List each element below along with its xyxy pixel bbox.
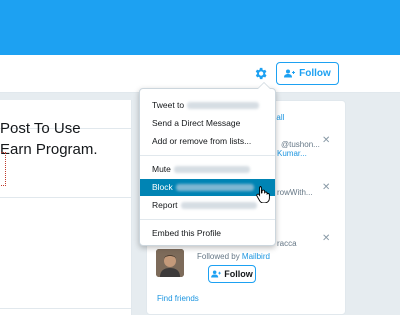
suggestion-follow-label: Follow bbox=[224, 269, 253, 279]
avatar[interactable] bbox=[156, 249, 184, 277]
suggestion-name[interactable]: Kumar... bbox=[277, 149, 307, 158]
find-friends-link[interactable]: Find friends bbox=[157, 294, 199, 303]
menu-item-label: Send a Direct Message bbox=[152, 118, 241, 128]
followed-by-name[interactable]: Mailbird bbox=[242, 252, 270, 261]
followed-by-text: Followed by Mailbird bbox=[197, 252, 270, 261]
menu-item-lists[interactable]: Add or remove from lists... bbox=[140, 133, 275, 150]
follow-button[interactable]: Follow bbox=[276, 62, 339, 85]
gear-icon-glyph bbox=[255, 67, 266, 79]
followed-by-prefix: Followed by bbox=[197, 252, 240, 261]
divider bbox=[0, 197, 132, 198]
menu-item-tweet-to[interactable]: Tweet to bbox=[140, 97, 275, 114]
menu-item-block[interactable]: Block bbox=[140, 179, 275, 196]
menu-item-label: Block bbox=[152, 182, 173, 192]
menu-divider bbox=[140, 219, 275, 220]
menu-item-label: Embed this Profile bbox=[152, 228, 221, 238]
suggestion-handle[interactable]: rowWith... bbox=[277, 188, 313, 197]
menu-item-report[interactable]: Report bbox=[140, 197, 275, 214]
redacted-handle bbox=[175, 184, 254, 192]
suggestion-handle[interactable]: racca bbox=[277, 239, 297, 248]
add-user-icon bbox=[211, 270, 222, 278]
divider bbox=[0, 308, 132, 309]
redacted-handle bbox=[173, 166, 250, 174]
tweet-text: Post To Use Earn Program. bbox=[0, 118, 140, 160]
add-user-icon bbox=[284, 69, 296, 78]
suggestion-handle[interactable]: @tushon... bbox=[281, 140, 320, 149]
menu-item-label: Add or remove from lists... bbox=[152, 136, 252, 146]
hand-cursor-icon bbox=[256, 186, 270, 203]
menu-item-label: Report bbox=[152, 200, 178, 210]
suggestion-follow-button[interactable]: Follow bbox=[208, 265, 256, 283]
tweet-text-line: Post To Use bbox=[0, 120, 81, 137]
profile-header-banner bbox=[0, 0, 400, 55]
follow-button-label: Follow bbox=[299, 68, 331, 79]
dropdown-caret bbox=[258, 83, 270, 89]
menu-item-direct-message[interactable]: Send a Direct Message bbox=[140, 115, 275, 132]
redacted-handle bbox=[187, 102, 260, 110]
user-actions-dropdown: Tweet to Send a Direct Message Add or re… bbox=[139, 82, 276, 246]
menu-item-embed-profile[interactable]: Embed this Profile bbox=[140, 225, 275, 242]
tweet-text-line: Earn Program. bbox=[0, 141, 98, 158]
dismiss-icon[interactable]: ✕ bbox=[322, 182, 330, 193]
dismiss-icon[interactable]: ✕ bbox=[322, 233, 330, 244]
dismiss-icon[interactable]: ✕ bbox=[322, 135, 330, 146]
menu-divider bbox=[140, 155, 275, 156]
menu-item-mute[interactable]: Mute bbox=[140, 161, 275, 178]
menu-item-label: Mute bbox=[152, 164, 171, 174]
avatar-image bbox=[156, 249, 184, 277]
gear-icon[interactable] bbox=[251, 64, 269, 82]
redacted-handle bbox=[180, 202, 257, 210]
menu-item-label: Tweet to bbox=[152, 100, 185, 110]
focus-outline bbox=[0, 152, 6, 186]
